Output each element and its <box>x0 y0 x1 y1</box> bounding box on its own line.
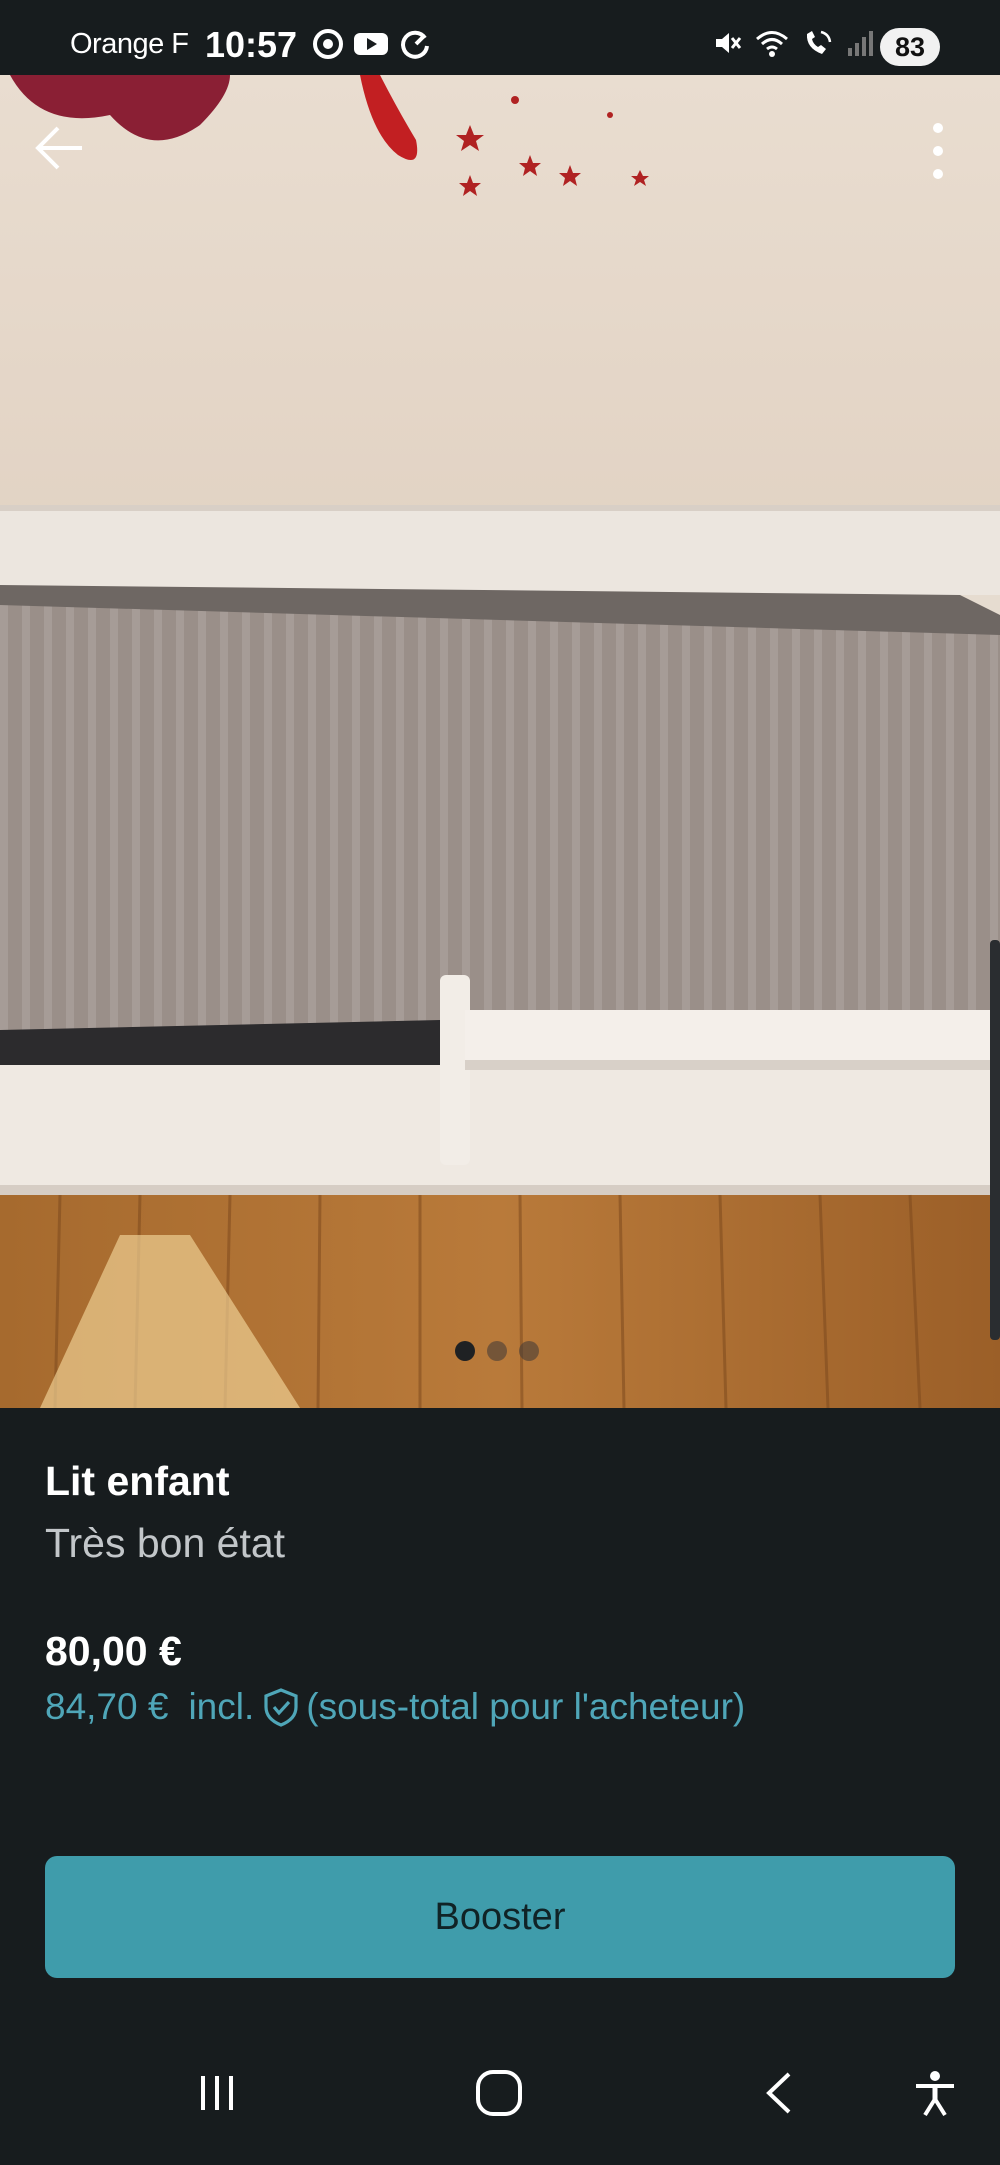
refresh-icon <box>401 30 429 59</box>
photo-dot-2[interactable] <box>487 1341 507 1361</box>
photo-dot-3[interactable] <box>519 1341 539 1361</box>
buyer-note: (sous-total pour l'acheteur) <box>306 1686 746 1727</box>
incl-label: incl. <box>188 1686 255 1727</box>
bed-photo-image <box>0 75 1000 1408</box>
listing-price: 80,00 € <box>45 1628 182 1674</box>
chrome-icon <box>313 29 343 59</box>
listing-details: Lit enfant Très bon état 80,00 € 84,70 €… <box>0 1408 1000 2038</box>
battery-indicator: 83 <box>880 28 940 66</box>
more-options-icon[interactable] <box>920 118 960 188</box>
clock: 10:57 <box>205 24 298 65</box>
buyer-protection-shield-icon <box>264 1688 298 1727</box>
listing-condition: Très bon état <box>45 1520 286 1566</box>
scrollbar[interactable] <box>990 940 1000 1340</box>
carrier-label: Orange F <box>70 28 189 60</box>
recent-apps-icon[interactable] <box>193 2068 243 2118</box>
booster-button[interactable]: Booster <box>45 1856 955 1978</box>
back-arrow-icon[interactable] <box>30 118 90 178</box>
status-bar: Orange F 10:57 83 <box>0 0 1000 75</box>
photo-dot-1[interactable] <box>455 1341 475 1361</box>
listing-photo[interactable] <box>0 75 1000 1408</box>
mute-icon <box>716 33 742 53</box>
accessibility-icon[interactable] <box>910 2068 960 2118</box>
system-icons <box>712 28 874 58</box>
notification-icons <box>312 28 432 62</box>
signal-icon <box>848 31 873 56</box>
system-nav-bar <box>0 2038 1000 2165</box>
buyer-price: 84,70 € <box>45 1686 169 1727</box>
back-nav-icon[interactable] <box>755 2068 805 2118</box>
youtube-icon <box>354 33 388 55</box>
wifi-calling-icon <box>806 30 832 54</box>
buyer-price-info[interactable]: 84,70 € incl. (sous-total pour l'acheteu… <box>45 1686 745 1728</box>
listing-title: Lit enfant <box>45 1458 230 1504</box>
home-icon[interactable] <box>474 2068 524 2118</box>
wifi-icon <box>756 31 788 57</box>
photo-pagination <box>455 1341 539 1361</box>
